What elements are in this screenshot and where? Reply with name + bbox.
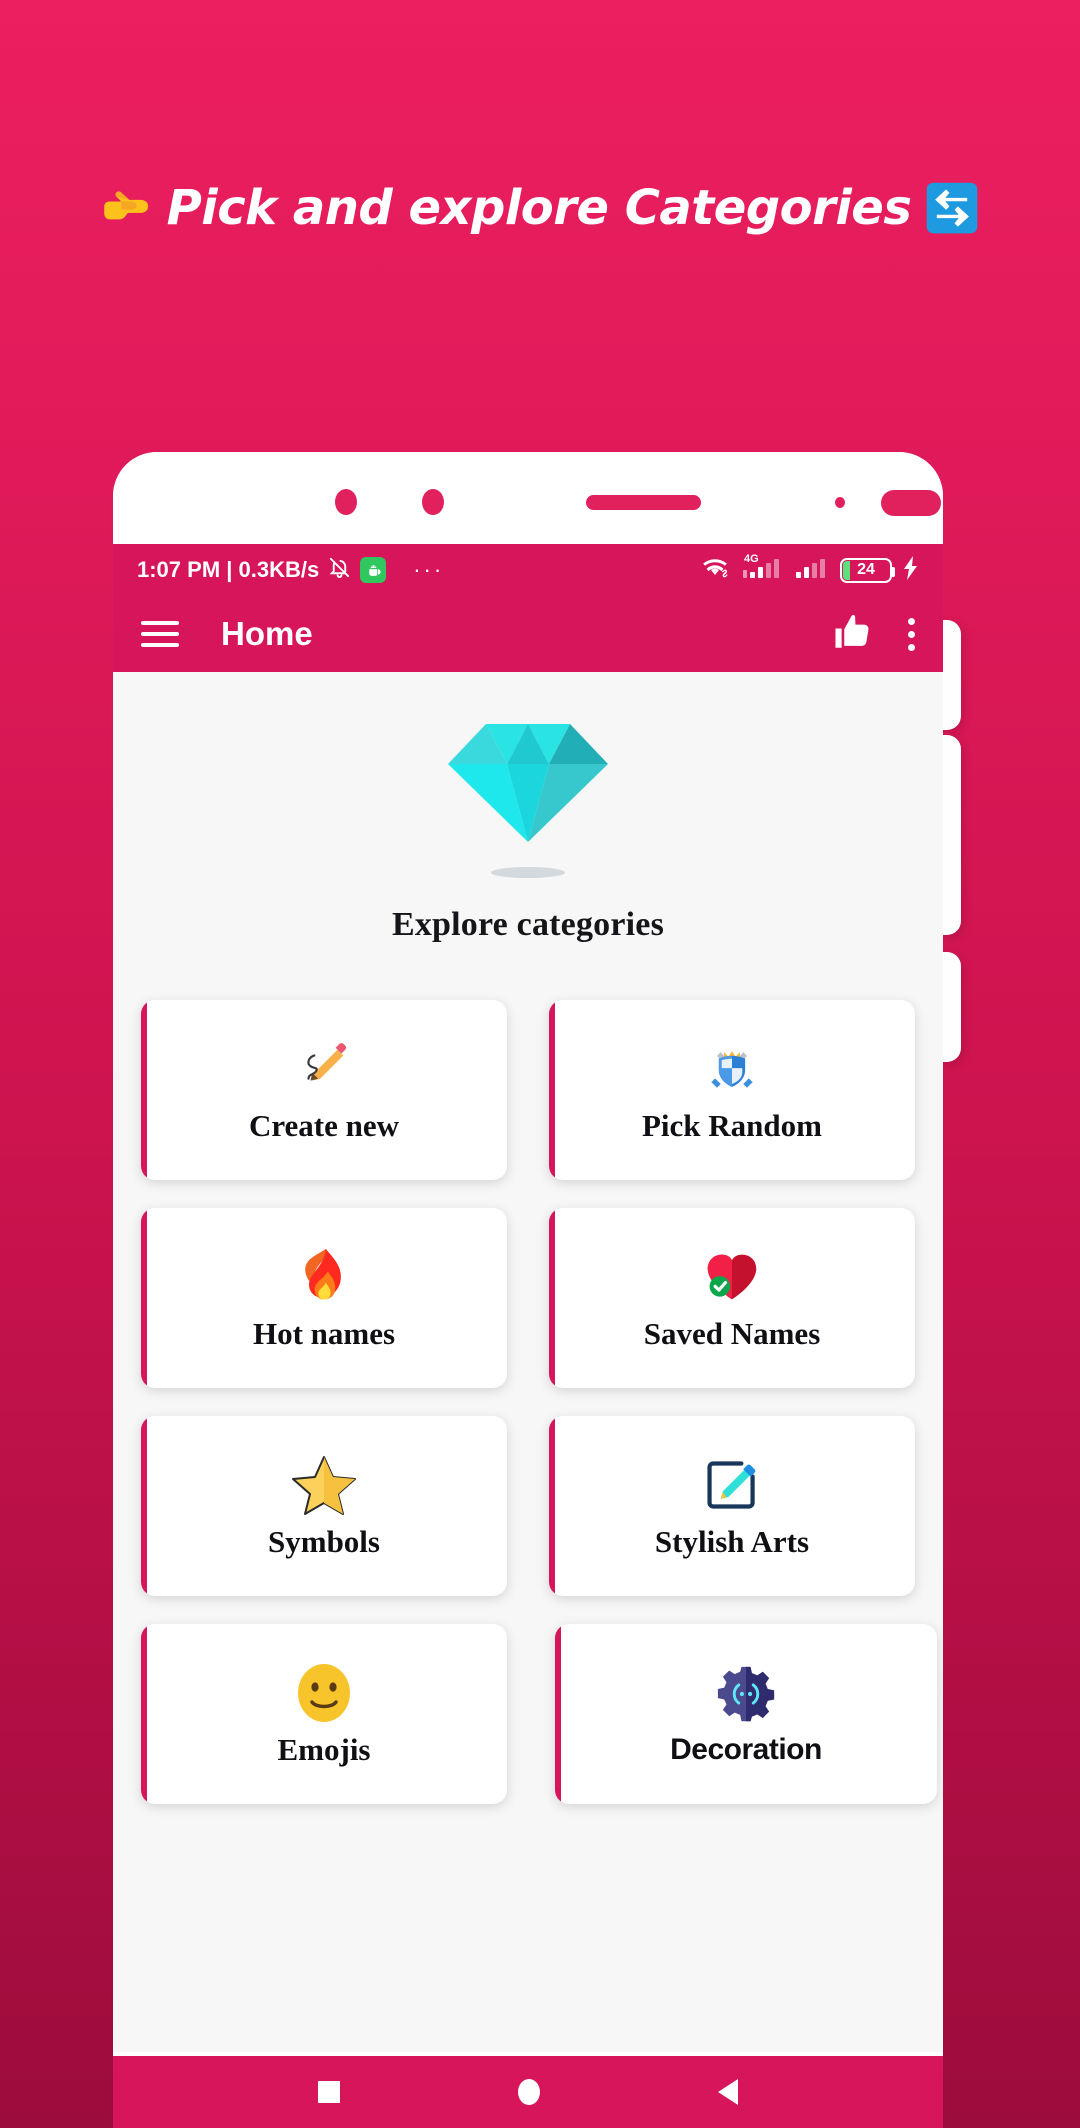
battery-indicator: 24 bbox=[840, 557, 895, 583]
front-camera-icon bbox=[335, 489, 357, 515]
gear-code-icon bbox=[717, 1661, 775, 1727]
category-grid: Create new Pick Random Hot names Saved N… bbox=[113, 1000, 943, 1804]
earpiece-speaker bbox=[586, 495, 701, 510]
three-dot-overflow-icon[interactable] bbox=[908, 617, 915, 651]
crest-shield-swords-icon bbox=[702, 1036, 762, 1102]
signal-bars-icon bbox=[795, 556, 829, 585]
card-edge-peek bbox=[943, 735, 961, 935]
fire-icon bbox=[297, 1244, 351, 1310]
status-more-dots: ··· bbox=[413, 557, 445, 582]
pointing-right-hand-icon bbox=[101, 182, 153, 234]
heart-check-icon bbox=[702, 1244, 762, 1310]
star-icon bbox=[292, 1452, 356, 1518]
category-label: Decoration bbox=[670, 1733, 822, 1766]
category-label: Symbols bbox=[268, 1524, 380, 1559]
category-label: Saved Names bbox=[643, 1316, 821, 1351]
phone-mockup: 1:07 PM | 0.3KB/s ··· 4G 24 Home Explore… bbox=[113, 452, 943, 2128]
lightning-bolt-icon bbox=[903, 555, 919, 585]
wifi-icon bbox=[701, 556, 731, 585]
smiley-face-icon bbox=[295, 1660, 353, 1726]
category-label: Pick Random bbox=[642, 1108, 822, 1143]
category-card-saved-names[interactable]: Saved Names bbox=[549, 1208, 915, 1388]
circle-home-icon[interactable] bbox=[518, 2079, 540, 2105]
bell-off-icon bbox=[328, 556, 351, 584]
phone-top-bezel bbox=[113, 452, 943, 544]
network-type-label: 4G bbox=[744, 552, 759, 565]
android-head-icon bbox=[360, 557, 387, 583]
category-label: Stylish Arts bbox=[654, 1524, 810, 1559]
card-edge-peek bbox=[943, 952, 961, 1062]
writing-hand-pencil-icon bbox=[293, 1036, 355, 1102]
square-recents-icon[interactable] bbox=[318, 2081, 340, 2103]
sensor-module bbox=[881, 490, 941, 516]
card-edge-peek bbox=[943, 620, 961, 730]
category-card-hot-names[interactable]: Hot names bbox=[141, 1208, 507, 1388]
diamond-icon bbox=[438, 712, 618, 878]
category-card-decoration[interactable]: Decoration bbox=[555, 1624, 937, 1804]
app-bar: Home bbox=[113, 596, 943, 672]
category-label: Emojis bbox=[277, 1732, 371, 1767]
category-card-pick-random[interactable]: Pick Random bbox=[549, 1000, 915, 1180]
diamond-shadow bbox=[491, 867, 565, 878]
hero-section: Explore categories bbox=[113, 672, 943, 944]
android-nav-bar bbox=[113, 2056, 943, 2128]
proximity-sensor-icon bbox=[835, 497, 845, 508]
triangle-back-icon[interactable] bbox=[718, 2079, 738, 2105]
app-screen: Explore categories Create new Pick Rando… bbox=[113, 672, 943, 2052]
battery-percent: 24 bbox=[857, 561, 875, 578]
thumbs-up-icon[interactable] bbox=[832, 611, 874, 658]
repeat-arrows-icon bbox=[925, 181, 979, 235]
status-bar: 1:07 PM | 0.3KB/s ··· 4G 24 bbox=[113, 544, 943, 596]
hamburger-menu-icon[interactable] bbox=[141, 621, 179, 647]
signal-bars-icon: 4G bbox=[742, 552, 784, 585]
status-time-speed: 1:07 PM | 0.3KB/s bbox=[137, 557, 320, 582]
category-label: Hot names bbox=[252, 1316, 396, 1351]
promo-headline: Pick and explore Categories bbox=[0, 172, 1080, 244]
note-pencil-icon bbox=[702, 1452, 762, 1518]
category-card-emojis[interactable]: Emojis bbox=[141, 1624, 507, 1804]
hero-title: Explore categories bbox=[391, 906, 665, 943]
page-title: Home bbox=[221, 615, 313, 652]
category-card-create-new[interactable]: Create new bbox=[141, 1000, 507, 1180]
promo-headline-text: Pick and explore Categories bbox=[166, 180, 912, 236]
front-camera-icon bbox=[422, 489, 444, 515]
category-card-stylish-arts[interactable]: Stylish Arts bbox=[549, 1416, 915, 1596]
category-card-symbols[interactable]: Symbols bbox=[141, 1416, 507, 1596]
category-label: Create new bbox=[248, 1108, 400, 1143]
